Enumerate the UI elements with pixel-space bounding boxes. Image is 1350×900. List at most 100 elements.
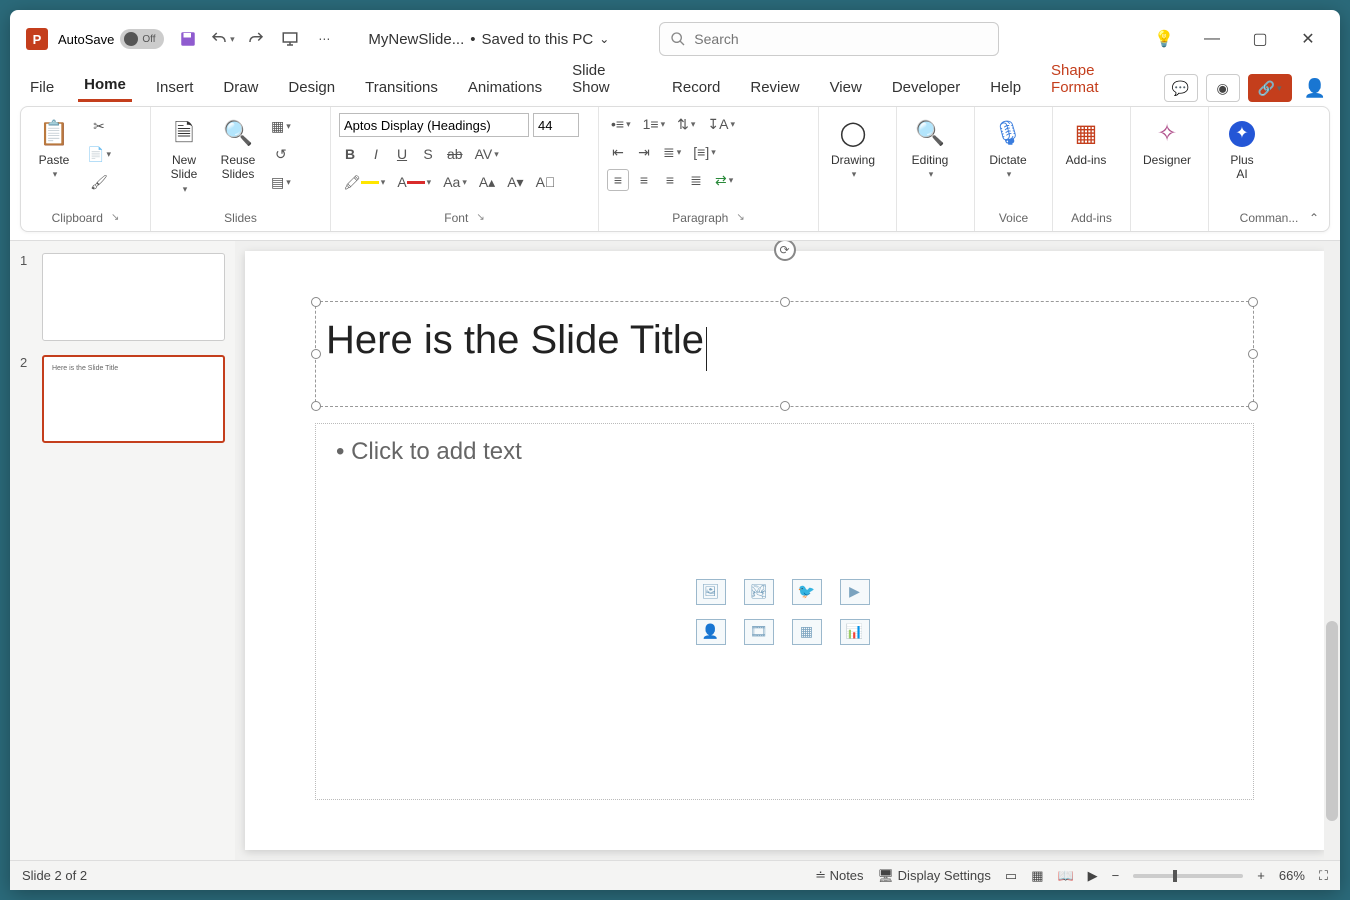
scrollbar-thumb[interactable] [1326, 621, 1338, 821]
tab-home[interactable]: Home [78, 70, 132, 102]
collapse-ribbon-icon[interactable]: ⌃ [1309, 211, 1319, 225]
font-size-select[interactable] [533, 113, 579, 137]
font-family-select[interactable] [339, 113, 529, 137]
tab-view[interactable]: View [824, 73, 868, 102]
slide-counter[interactable]: Slide 2 of 2 [22, 868, 87, 883]
slide-thumbnail-panel[interactable]: 1 2 Here is the Slide Title [10, 241, 235, 860]
cut-icon[interactable]: ✂ [83, 115, 115, 137]
zoom-in-button[interactable]: + [1257, 868, 1265, 883]
zoom-out-button[interactable]: − [1112, 868, 1120, 883]
insert-stock-image-icon[interactable]: 🖼 [696, 579, 726, 605]
toggle-switch[interactable]: Off [120, 29, 164, 49]
resize-handle[interactable] [311, 349, 321, 359]
minimize-icon[interactable]: — [1198, 25, 1226, 53]
undo-icon[interactable] [208, 25, 236, 53]
reuse-slides-button[interactable]: 🔍 Reuse Slides [213, 113, 263, 186]
strike-button[interactable]: ab [443, 143, 467, 165]
layout-icon[interactable]: ▦ [267, 115, 295, 137]
resize-handle[interactable] [1248, 401, 1258, 411]
redo-icon[interactable] [242, 25, 270, 53]
align-center-button[interactable]: ≡ [633, 169, 655, 191]
insert-smartart-icon[interactable]: ▶ [840, 579, 870, 605]
tab-developer[interactable]: Developer [886, 73, 966, 102]
thumbnail-item[interactable]: 2 Here is the Slide Title [20, 355, 225, 443]
search-input[interactable] [694, 31, 988, 47]
insert-chart-icon[interactable]: 📊 [840, 619, 870, 645]
paragraph-launcher-icon[interactable]: ↘ [736, 212, 744, 223]
align-text-button[interactable]: [≡] [689, 141, 719, 163]
autosave-toggle[interactable]: AutoSave Off [58, 29, 164, 49]
editing-button[interactable]: 🔍Editing [905, 113, 955, 184]
justify-button[interactable]: ≣ [685, 169, 707, 191]
chevron-down-icon[interactable]: ⌄ [599, 32, 609, 46]
tab-animations[interactable]: Animations [462, 73, 548, 102]
section-icon[interactable]: ▤ [267, 171, 295, 193]
lightbulb-icon[interactable]: 💡 [1150, 25, 1178, 53]
document-title[interactable]: MyNewSlide... • Saved to this PC ⌄ [368, 31, 609, 48]
tab-shape-format[interactable]: Shape Format [1045, 56, 1146, 102]
highlight-button[interactable]: 🖍 [339, 171, 389, 193]
camera-button[interactable]: ◉ [1206, 74, 1240, 102]
addins-button[interactable]: ▦Add-ins [1061, 113, 1111, 171]
view-normal-icon[interactable]: ▭ [1005, 868, 1017, 884]
maximize-icon[interactable]: ▢ [1246, 25, 1274, 53]
italic-button[interactable]: I [365, 143, 387, 165]
view-slideshow-icon[interactable]: ▶ [1088, 868, 1098, 884]
tab-file[interactable]: File [24, 73, 60, 102]
reset-icon[interactable]: ↺ [267, 143, 295, 165]
share-button[interactable]: 🔗 [1248, 74, 1292, 102]
profile-icon[interactable]: 👤 [1304, 78, 1326, 99]
title-textbox[interactable]: Here is the Slide Title [315, 301, 1254, 407]
paste-button[interactable]: 📋 Paste [29, 113, 79, 184]
comments-button[interactable]: 💬 [1164, 74, 1198, 102]
clipboard-launcher-icon[interactable]: ↘ [111, 212, 119, 223]
insert-cameo-icon[interactable]: 👤 [696, 619, 726, 645]
grow-font-button[interactable]: A▴ [475, 171, 499, 193]
format-painter-icon[interactable]: 🖌 [83, 171, 115, 193]
smartart-button[interactable]: ⇄ [711, 169, 737, 191]
insert-icon-icon[interactable]: 🐦 [792, 579, 822, 605]
slide-canvas[interactable]: ⟳ Here is the Slide Title • Click to add… [245, 251, 1324, 850]
designer-button[interactable]: ✧Designer [1139, 113, 1195, 171]
close-icon[interactable]: ✕ [1294, 25, 1322, 53]
vertical-scrollbar[interactable] [1324, 241, 1340, 860]
shrink-font-button[interactable]: A▾ [503, 171, 527, 193]
bullets-button[interactable]: •≡ [607, 113, 635, 135]
tab-help[interactable]: Help [984, 73, 1027, 102]
insert-video-icon[interactable]: 🎞 [744, 619, 774, 645]
bold-button[interactable]: B [339, 143, 361, 165]
resize-handle[interactable] [780, 297, 790, 307]
display-settings-button[interactable]: 🖥 Display Settings [878, 868, 991, 884]
indent-dec-button[interactable]: ⇤ [607, 141, 629, 163]
resize-handle[interactable] [1248, 349, 1258, 359]
list-level-button[interactable]: ≣ [659, 141, 685, 163]
tab-design[interactable]: Design [282, 73, 341, 102]
thumbnail-slide-2[interactable]: Here is the Slide Title [42, 355, 225, 443]
font-color-button[interactable]: A [393, 171, 435, 193]
thumbnail-item[interactable]: 1 [20, 253, 225, 341]
title-text[interactable]: Here is the Slide Title [326, 318, 704, 362]
align-left-button[interactable]: ≡ [607, 169, 629, 191]
char-spacing-button[interactable]: AV [471, 143, 503, 165]
insert-picture-icon[interactable]: 🏞 [744, 579, 774, 605]
underline-button[interactable]: U [391, 143, 413, 165]
save-icon[interactable] [174, 25, 202, 53]
align-right-button[interactable]: ≡ [659, 169, 681, 191]
search-box[interactable] [659, 22, 999, 56]
change-case-button[interactable]: Aa [439, 171, 471, 193]
resize-handle[interactable] [780, 401, 790, 411]
view-reading-icon[interactable]: 📖 [1057, 868, 1073, 884]
text-direction-button[interactable]: ↧A [703, 113, 739, 135]
tab-insert[interactable]: Insert [150, 73, 200, 102]
present-icon[interactable] [276, 25, 304, 53]
resize-handle[interactable] [311, 297, 321, 307]
body-placeholder[interactable]: • Click to add text [336, 438, 522, 465]
rotate-handle-icon[interactable]: ⟳ [774, 241, 796, 261]
numbering-button[interactable]: 1≡ [639, 113, 670, 135]
tab-slideshow[interactable]: Slide Show [566, 56, 648, 102]
fit-to-window-icon[interactable]: ⛶ [1319, 868, 1328, 884]
font-launcher-icon[interactable]: ↘ [476, 212, 484, 223]
content-textbox[interactable]: • Click to add text 🖼 🏞 🐦 ▶ 👤 🎞 ▦ 📊 [315, 423, 1254, 800]
zoom-level[interactable]: 66% [1279, 868, 1305, 883]
tab-record[interactable]: Record [666, 73, 726, 102]
